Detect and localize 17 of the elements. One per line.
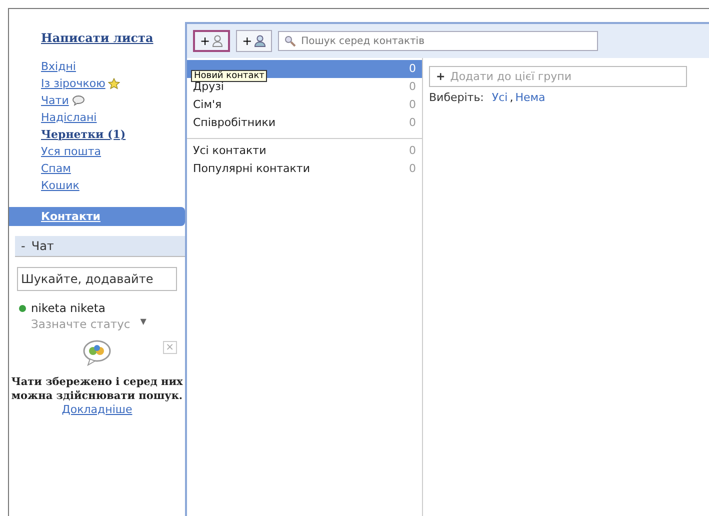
group-count: 0	[409, 62, 416, 76]
group-name: Друзі	[193, 80, 224, 94]
group-count: 0	[409, 162, 416, 176]
select-label: Виберіть:	[429, 91, 484, 104]
separator: ,	[510, 91, 514, 104]
chat-title: Чат	[31, 239, 54, 253]
group-count: 0	[409, 80, 416, 94]
group-name: Усі контакти	[193, 144, 266, 158]
promo-text: Чати збережено і серед них можна здійснювати пошук.	[11, 375, 183, 403]
tooltip: Новий контакт	[191, 70, 268, 82]
group-name: Співробітники	[193, 116, 276, 130]
group-name: Популярні контакти	[193, 162, 310, 176]
group-count: 0	[409, 116, 416, 130]
group-count: 0	[409, 144, 416, 158]
group-count: 0	[409, 98, 416, 112]
user-name: niketa niketa	[31, 301, 106, 315]
group-name: Сім'я	[193, 98, 222, 112]
